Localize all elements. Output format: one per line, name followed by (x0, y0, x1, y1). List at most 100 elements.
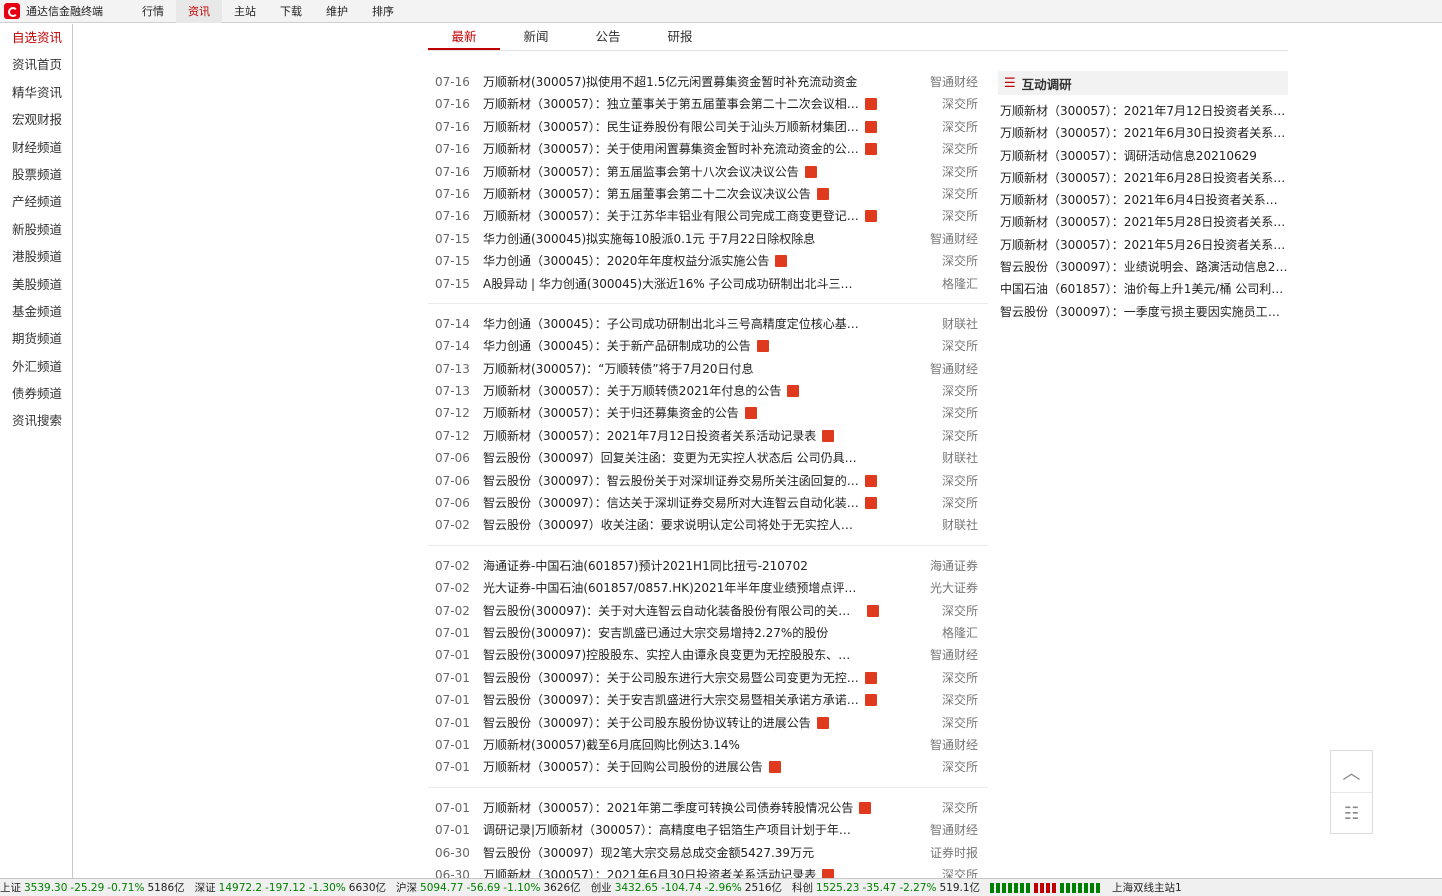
scroll-top-button[interactable]: ︿ (1331, 751, 1372, 793)
news-title[interactable]: 智云股份（300097）：关于安吉凯盛进行大宗交易暨相关承诺方承诺… (483, 689, 859, 711)
news-title[interactable]: 万顺新材(300057)：“万顺转债”将于7月20日付息 (483, 358, 754, 380)
news-row[interactable]: 07-16 万顺新材（300057）：民生证券股份有限公司关于汕头万顺新材集团… 深… (428, 116, 988, 138)
news-row[interactable]: 07-12 万顺新材（300057）：关于归还募集资金的公告 深交所 (428, 402, 988, 424)
news-title[interactable]: 智云股份（300097）：智云股份关于对深圳证券交易所关注函回复的… (483, 470, 859, 492)
news-title[interactable]: 万顺新材（300057）：2021年7月12日投资者关系活动记录表 (483, 425, 816, 447)
news-title[interactable]: 华力创通(300045)拟实施每10股派0.1元 于7月22日除权除息 (483, 228, 815, 250)
news-title[interactable]: 智云股份(300097)控股股东、实控人由谭永良变更为无控股股东、无… (483, 644, 861, 666)
research-item[interactable]: 万顺新材（300057）：2021年5月26日投资者关系活… (998, 234, 1288, 256)
news-row[interactable]: 07-14 华力创通（300045）：子公司成功研制出北斗三号高精度定位核心基… 财… (428, 313, 988, 335)
menu-item[interactable]: 排序 (360, 0, 406, 23)
news-row[interactable]: 07-13 万顺新材(300057)：“万顺转债”将于7月20日付息 智通财经 (428, 358, 988, 380)
sidebar-item[interactable]: 股票频道 (0, 161, 72, 188)
tab[interactable]: 研报 (644, 24, 716, 50)
news-row[interactable]: 07-01 智云股份（300097）：关于公司股东进行大宗交易暨公司变更为无控… 深… (428, 667, 988, 689)
tab[interactable]: 最新 (428, 24, 500, 50)
pdf-icon[interactable] (865, 694, 877, 707)
news-title[interactable]: 华力创通（300045）：子公司成功研制出北斗三号高精度定位核心基… (483, 313, 859, 335)
news-row[interactable]: 07-15 华力创通（300045）：2020年年度权益分派实施公告 深交所 (428, 250, 988, 272)
news-row[interactable]: 07-14 华力创通（300045）：关于新产品研制成功的公告 深交所 (428, 335, 988, 357)
pdf-icon[interactable] (817, 716, 829, 729)
menu-item[interactable]: 资讯 (176, 0, 222, 23)
news-row[interactable]: 07-01 万顺新材（300057）：关于回购公司股份的进展公告 深交所 (428, 756, 988, 778)
news-title[interactable]: 智云股份（300097）：关于公司股东股份协议转让的进展公告 (483, 712, 811, 734)
pdf-icon[interactable] (817, 187, 829, 200)
pdf-icon[interactable] (769, 761, 781, 774)
menu-item[interactable]: 下载 (268, 0, 314, 23)
news-title[interactable]: A股异动 | 华力创通(300045)大涨近16% 子公司成功研制出北斗三号… (483, 273, 861, 295)
news-title[interactable]: 华力创通（300045）：2020年年度权益分派实施公告 (483, 250, 769, 272)
pdf-icon[interactable] (745, 407, 757, 420)
index-quote[interactable]: 上证 3539.30 -25.29 -0.71% 5186亿 (0, 880, 185, 895)
sidebar-item[interactable]: 资讯搜索 (0, 407, 72, 434)
sidebar-item[interactable]: 产经频道 (0, 188, 72, 215)
sidebar-item[interactable]: 资讯首页 (0, 51, 72, 78)
index-quote[interactable]: 科创 1525.23 -35.47 -2.27% 519.1亿 (792, 880, 980, 895)
research-item[interactable]: 智云股份（300097）：业绩说明会、路演活动信息20… (998, 256, 1288, 278)
sidebar-item[interactable]: 期货频道 (0, 325, 72, 352)
sidebar-item[interactable]: 精华资讯 (0, 79, 72, 106)
news-row[interactable]: 07-01 调研记录|万顺新材（300057）：高精度电子铝箔生产项目计划于年… 智… (428, 819, 988, 841)
tab[interactable]: 新闻 (500, 24, 572, 50)
index-quote[interactable]: 创业 3432.65 -104.74 -2.96% 2516亿 (591, 880, 782, 895)
pdf-icon[interactable] (822, 429, 834, 442)
news-row[interactable]: 07-01 智云股份（300097）：关于公司股东股份协议转让的进展公告 深交所 (428, 712, 988, 734)
pdf-icon[interactable] (865, 474, 877, 487)
news-title[interactable]: 万顺新材（300057）：关于万顺转债2021年付息的公告 (483, 380, 781, 402)
news-title[interactable]: 万顺新材（300057）：关于归还募集资金的公告 (483, 402, 739, 424)
tab[interactable]: 公告 (572, 24, 644, 50)
research-item[interactable]: 万顺新材（300057）：2021年6月30日投资者关系活… (998, 122, 1288, 144)
news-title[interactable]: 智云股份(300097)：关于对大连智云自动化装备股份有限公司的关注… (483, 600, 861, 622)
server-name[interactable]: 上海双线主站1 (1112, 880, 1182, 895)
news-row[interactable]: 07-16 万顺新材（300057）：独立董事关于第五届董事会第二十二次会议相… 深… (428, 93, 988, 115)
sidebar-item[interactable]: 自选资讯 (0, 24, 72, 51)
research-item[interactable]: 万顺新材（300057）：2021年5月28日投资者关系活… (998, 211, 1288, 233)
pdf-icon[interactable] (775, 255, 787, 268)
news-row[interactable]: 07-01 智云股份（300097）：关于安吉凯盛进行大宗交易暨相关承诺方承诺… 深… (428, 689, 988, 711)
research-item[interactable]: 万顺新材（300057）：2021年6月28日投资者关系活… (998, 167, 1288, 189)
pdf-icon[interactable] (865, 671, 877, 684)
pdf-icon[interactable] (865, 210, 877, 223)
news-row[interactable]: 07-16 万顺新材（300057）：关于江苏华丰铝业有限公司完成工商变更登记… 深… (428, 205, 988, 227)
menu-item[interactable]: 行情 (130, 0, 176, 23)
pdf-icon[interactable] (805, 165, 817, 178)
news-title[interactable]: 万顺新材（300057）：第五届董事会第二十二次会议决议公告 (483, 183, 811, 205)
news-row[interactable]: 07-01 万顺新材(300057)截至6月底回购比例达3.14% 智通财经 (428, 734, 988, 756)
news-title[interactable]: 万顺新材(300057)截至6月底回购比例达3.14% (483, 734, 740, 756)
research-item[interactable]: 智云股份（300097）：一季度亏损主要因实施员工持… (998, 301, 1288, 323)
news-row[interactable]: 07-16 万顺新材（300057）：关于使用闲置募集资金暂时补充流动资金的公… 深… (428, 138, 988, 160)
sidebar-item[interactable]: 美股频道 (0, 271, 72, 298)
news-title[interactable]: 海通证券-中国石油(601857)预计2021H1同比扭亏-210702 (483, 555, 808, 577)
news-row[interactable]: 07-16 万顺新材(300057)拟使用不超1.5亿元闲置募集资金暂时补充流动资… (428, 71, 988, 93)
news-row[interactable]: 06-30 智云股份（300097）现2笔大宗交易总成交金额5427.39万元 证券… (428, 842, 988, 864)
pdf-icon[interactable] (865, 98, 877, 111)
sidebar-item[interactable]: 港股频道 (0, 243, 72, 270)
news-title[interactable]: 万顺新材（300057）：关于江苏华丰铝业有限公司完成工商变更登记… (483, 205, 859, 227)
pdf-icon[interactable] (867, 604, 879, 617)
pdf-icon[interactable] (865, 497, 877, 510)
news-row[interactable]: 07-15 A股异动 | 华力创通(300045)大涨近16% 子公司成功研制出北… (428, 273, 988, 295)
news-title[interactable]: 万顺新材（300057）：关于使用闲置募集资金暂时补充流动资金的公… (483, 138, 859, 160)
research-item[interactable]: 万顺新材（300057）：调研活动信息20210629 (998, 145, 1288, 167)
research-item[interactable]: 万顺新材（300057）：2021年6月4日投资者关系活动… (998, 189, 1288, 211)
menu-item[interactable]: 主站 (222, 0, 268, 23)
news-row[interactable]: 07-06 智云股份（300097）：信达关于深圳证券交易所对大连智云自动化装… 深… (428, 492, 988, 514)
pdf-icon[interactable] (865, 143, 877, 156)
pdf-icon[interactable] (865, 120, 877, 133)
sidebar-item[interactable]: 新股频道 (0, 216, 72, 243)
pdf-icon[interactable] (859, 801, 871, 814)
sidebar-item[interactable]: 宏观财报 (0, 106, 72, 133)
sidebar-item[interactable]: 外汇频道 (0, 353, 72, 380)
news-title[interactable]: 智云股份(300097)：安吉凯盛已通过大宗交易增持2.27%的股份 (483, 622, 828, 644)
pdf-icon[interactable] (787, 385, 799, 398)
index-quote[interactable]: 沪深 5094.77 -56.69 -1.10% 3626亿 (396, 880, 581, 895)
catalog-button[interactable]: ☷ (1331, 793, 1372, 834)
news-title[interactable]: 万顺新材(300057)拟使用不超1.5亿元闲置募集资金暂时补充流动资金 (483, 71, 857, 93)
research-item[interactable]: 万顺新材（300057）：2021年7月12日投资者关系活… (998, 100, 1288, 122)
sidebar-item[interactable]: 财经频道 (0, 134, 72, 161)
news-row[interactable]: 07-02 智云股份(300097)：关于对大连智云自动化装备股份有限公司的关注…… (428, 600, 988, 622)
menu-item[interactable]: 维护 (314, 0, 360, 23)
pdf-icon[interactable] (757, 340, 769, 353)
news-row[interactable]: 07-12 万顺新材（300057）：2021年7月12日投资者关系活动记录表 深交… (428, 425, 988, 447)
sidebar-item[interactable]: 基金频道 (0, 298, 72, 325)
